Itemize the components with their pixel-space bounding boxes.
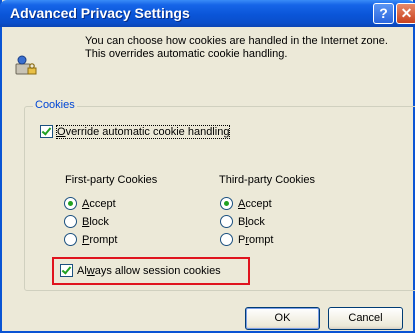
radio-circle[interactable]: [64, 215, 77, 228]
radio-circle[interactable]: [220, 215, 233, 228]
radio-selected-dot: [68, 201, 73, 206]
help-button[interactable]: ?: [373, 3, 394, 24]
first-party-accept-radio[interactable]: Accept: [64, 197, 116, 210]
radio-circle[interactable]: [64, 197, 77, 210]
session-checkbox-label[interactable]: Always allow session cookies: [77, 265, 221, 277]
session-cookies-checkbox[interactable]: Always allow session cookies: [60, 264, 221, 277]
third-party-prompt-radio[interactable]: Prompt: [220, 233, 273, 246]
first-party-prompt-label[interactable]: Prompt: [82, 234, 117, 246]
third-party-prompt-label[interactable]: Prompt: [238, 234, 273, 246]
third-party-block-label[interactable]: Block: [238, 216, 265, 228]
cookies-group-label: Cookies: [33, 99, 77, 111]
first-party-block-label[interactable]: Block: [82, 216, 109, 228]
session-checkbox-box[interactable]: [60, 264, 73, 277]
override-checkbox-label[interactable]: Override automatic cookie handling: [55, 124, 231, 139]
first-party-accept-label[interactable]: Accept: [82, 198, 116, 210]
first-party-block-radio[interactable]: Block: [64, 215, 109, 228]
cancel-button[interactable]: Cancel: [328, 307, 403, 330]
override-cookie-handling-checkbox[interactable]: Override automatic cookie handling: [40, 124, 231, 139]
radio-selected-dot: [224, 201, 229, 206]
title-bar[interactable]: Advanced Privacy Settings ? ✕: [0, 0, 415, 27]
third-party-heading: Third-party Cookies: [219, 174, 315, 186]
info-text: You can choose how cookies are handled i…: [85, 35, 388, 60]
first-party-prompt-radio[interactable]: Prompt: [64, 233, 117, 246]
radio-circle[interactable]: [220, 233, 233, 246]
third-party-accept-radio[interactable]: Accept: [220, 197, 272, 210]
radio-circle[interactable]: [220, 197, 233, 210]
radio-circle[interactable]: [64, 233, 77, 246]
first-party-heading: First-party Cookies: [65, 174, 158, 186]
privacy-settings-icon: [15, 55, 37, 75]
dialog-title: Advanced Privacy Settings: [10, 5, 190, 21]
check-mark-icon: [61, 264, 72, 275]
check-mark-icon: [41, 125, 52, 136]
close-button[interactable]: ✕: [396, 3, 415, 24]
third-party-block-radio[interactable]: Block: [220, 215, 265, 228]
ok-button[interactable]: OK: [245, 307, 320, 330]
override-checkbox-box[interactable]: [40, 125, 53, 138]
third-party-accept-label[interactable]: Accept: [238, 198, 272, 210]
